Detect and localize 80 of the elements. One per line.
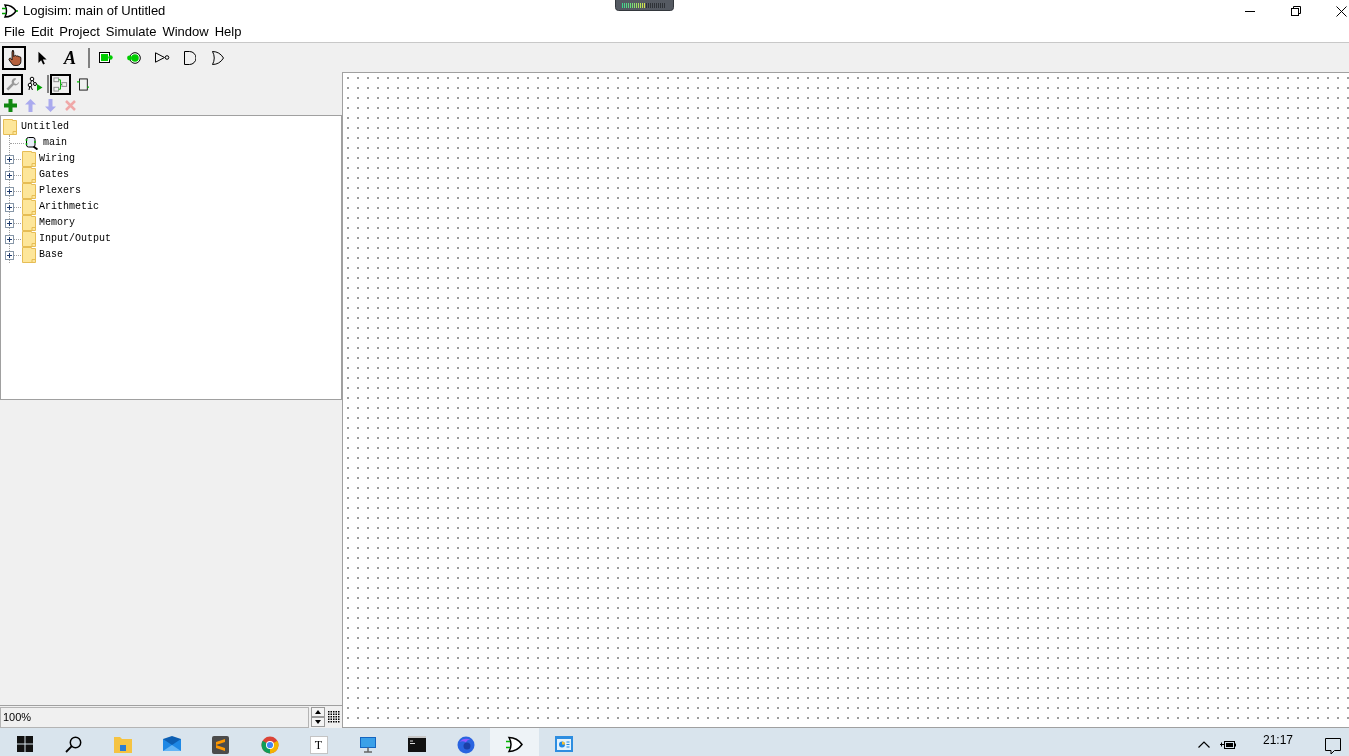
plus-box-icon[interactable] xyxy=(5,234,14,244)
round-pin-icon xyxy=(127,51,141,64)
folder-icon xyxy=(22,247,36,263)
tree-item[interactable]: Gates xyxy=(39,167,69,183)
plus-box-icon[interactable] xyxy=(5,218,14,228)
plus-box-icon[interactable] xyxy=(5,154,14,164)
window-title: Logisim: main of Untitled xyxy=(23,3,166,19)
taskbar-app-button[interactable] xyxy=(490,728,539,756)
spin-up-button[interactable] xyxy=(311,707,325,717)
dot-grid-icon[interactable] xyxy=(328,711,340,723)
gate-icon xyxy=(505,736,524,753)
plus-box-icon[interactable] xyxy=(5,170,14,180)
letter-tile: T xyxy=(309,736,328,754)
triangle-down-icon xyxy=(315,720,321,724)
curved-gate-icon xyxy=(212,50,224,65)
folder-icon xyxy=(22,183,36,199)
level-meter-icon xyxy=(615,0,674,11)
chevron-up-icon xyxy=(1198,741,1210,748)
tree-item[interactable]: Plexers xyxy=(39,183,81,199)
d-shape-gate-icon xyxy=(184,50,196,65)
plus-box-icon[interactable] xyxy=(5,202,14,212)
circuit-magnifier-icon xyxy=(25,136,38,150)
down-arrow-icon xyxy=(44,99,56,112)
tree-item[interactable]: Arithmetic xyxy=(39,199,99,215)
close-icon xyxy=(1336,5,1347,17)
angle-logo-icon xyxy=(212,736,229,754)
hand-icon xyxy=(5,49,23,66)
plus-box-icon[interactable] xyxy=(5,186,14,196)
tree-item[interactable]: Untitled xyxy=(21,119,69,135)
menu-item[interactable]: File xyxy=(4,24,25,40)
cross-icon xyxy=(64,100,76,111)
folder-icon xyxy=(22,151,36,167)
color-wheel-icon xyxy=(260,736,279,754)
toolbox-button[interactable] xyxy=(2,73,23,95)
folder-icon xyxy=(22,231,36,247)
plus-icon xyxy=(3,99,17,112)
plus-box-icon[interactable] xyxy=(5,250,14,260)
speech-bubble-icon xyxy=(1324,738,1341,755)
menu-item[interactable]: Help xyxy=(214,24,242,40)
menu-item[interactable]: Edit xyxy=(30,24,54,40)
node-tree-icon xyxy=(26,76,43,92)
start-icon xyxy=(16,736,33,752)
clock-time[interactable]: 21:17 xyxy=(1263,733,1293,748)
menu-item[interactable]: Window xyxy=(162,24,209,40)
tree-item[interactable]: Base xyxy=(39,247,63,263)
spin-down-button[interactable] xyxy=(311,717,325,727)
zoom-field[interactable]: 100% xyxy=(0,706,309,728)
chart-window-icon xyxy=(554,736,573,752)
tree-item[interactable]: Input/Output xyxy=(39,231,111,247)
text-tool-button[interactable]: A xyxy=(58,45,82,70)
square-pin-icon xyxy=(99,52,113,63)
tree-item[interactable]: main xyxy=(43,135,67,151)
folder-icon xyxy=(3,119,17,135)
folder-icon xyxy=(22,215,36,231)
tree-item[interactable]: Wiring xyxy=(39,151,75,167)
plug-battery-icon xyxy=(1220,740,1236,750)
minimize-icon xyxy=(1245,10,1255,12)
gate-icon xyxy=(2,3,18,19)
folder-icon xyxy=(22,167,36,183)
restore-icon xyxy=(1291,6,1301,16)
up-arrow-icon xyxy=(24,99,36,112)
layout-button[interactable] xyxy=(50,73,71,95)
taskbar-app-button[interactable]: T xyxy=(294,728,343,756)
wrench-icon xyxy=(5,76,20,92)
component-outline-icon xyxy=(76,76,89,92)
triangle-bubble-icon xyxy=(154,52,170,63)
arrow-cursor-icon xyxy=(37,50,47,65)
folder-icon xyxy=(22,199,36,215)
globe-icon xyxy=(456,736,475,754)
menu-item[interactable]: Project xyxy=(59,24,100,40)
monitor-icon xyxy=(358,736,377,753)
search-icon xyxy=(65,736,82,753)
hand-tool-button[interactable] xyxy=(2,45,26,70)
menu-item[interactable]: Simulate xyxy=(105,24,157,40)
triangle-up-icon xyxy=(315,710,321,714)
envelope-icon xyxy=(162,736,181,751)
folder-icon xyxy=(113,736,132,753)
terminal-icon xyxy=(407,736,426,752)
layout-boxes-icon xyxy=(53,76,68,92)
tree-item[interactable]: Memory xyxy=(39,215,75,231)
